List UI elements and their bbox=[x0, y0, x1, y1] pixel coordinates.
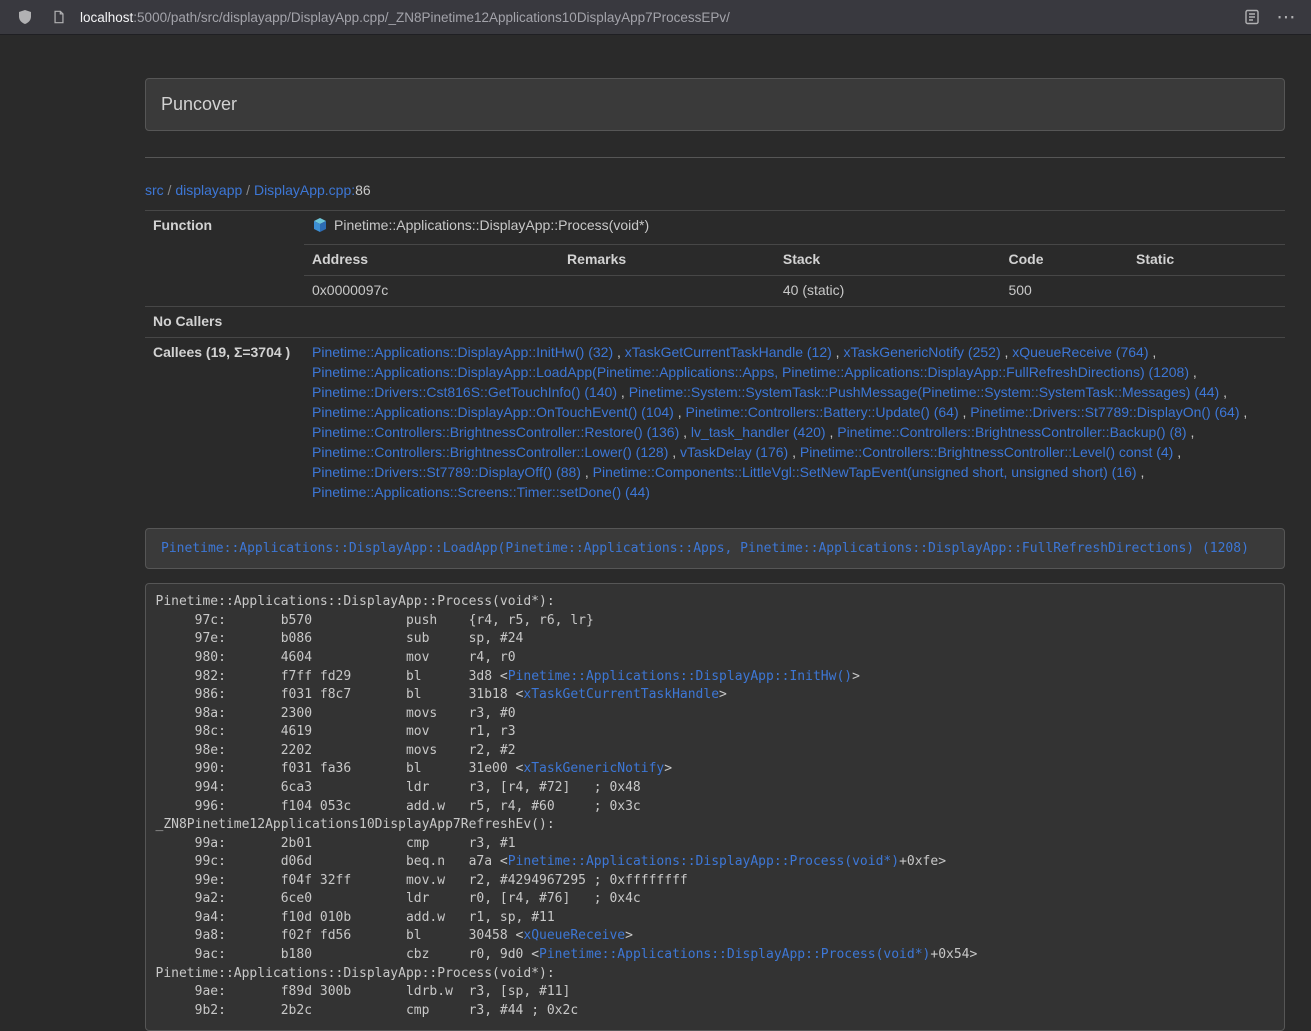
callee-link[interactable]: Pinetime::System::SystemTask::PushMessag… bbox=[629, 384, 1220, 400]
function-type-icon bbox=[312, 217, 328, 239]
callees-row: Callees (19, Σ=3704 ) Pinetime::Applicat… bbox=[145, 337, 1285, 507]
callee-link[interactable]: Pinetime::Applications::DisplayApp::OnTo… bbox=[312, 404, 674, 420]
callee-link[interactable]: Pinetime::Controllers::BrightnessControl… bbox=[312, 444, 668, 460]
page-icon bbox=[48, 6, 70, 28]
function-label: Function bbox=[145, 211, 304, 307]
function-table: Function Pinetime::Applications::Display… bbox=[145, 210, 1285, 508]
address-table-header: Address Remarks Stack Code Static bbox=[304, 244, 1285, 275]
callee-link[interactable]: Pinetime::Components::LittleVgl::SetNewT… bbox=[593, 464, 1137, 480]
callee-link[interactable]: Pinetime::Applications::Screens::Timer::… bbox=[312, 484, 650, 500]
callees-cell: Pinetime::Applications::DisplayApp::Init… bbox=[304, 337, 1285, 507]
address-table: Address Remarks Stack Code Static 0x0000… bbox=[304, 244, 1285, 306]
page-content: Puncover src / displayapp / DisplayApp.c… bbox=[145, 78, 1285, 1031]
symbol-link[interactable]: Pinetime::Applications::DisplayApp::Load… bbox=[161, 541, 1249, 556]
callee-link[interactable]: Pinetime::Drivers::St7789::DisplayOn() (… bbox=[970, 404, 1239, 420]
browser-chrome: localhost:5000/path/src/displayapp/Displ… bbox=[0, 0, 1311, 35]
breadcrumb: src / displayapp / DisplayApp.cpp:86 bbox=[145, 180, 1285, 200]
col-stack: Stack bbox=[775, 244, 1001, 275]
code-symbol-link[interactable]: xTaskGetCurrentTaskHandle bbox=[523, 687, 719, 702]
callee-link[interactable]: Pinetime::Controllers::BrightnessControl… bbox=[312, 424, 679, 440]
code-symbol-link[interactable]: Pinetime::Applications::DisplayApp::Proc… bbox=[539, 947, 930, 962]
breadcrumb-link[interactable]: src bbox=[145, 182, 164, 198]
app-header: Puncover bbox=[146, 79, 1284, 130]
cell-address: 0x0000097c bbox=[304, 275, 559, 305]
url-host: localhost bbox=[80, 10, 133, 25]
function-row: Function Pinetime::Applications::Display… bbox=[145, 211, 1285, 307]
col-address: Address bbox=[304, 244, 559, 275]
cell-static bbox=[1128, 275, 1285, 305]
breadcrumb-separator: / bbox=[242, 182, 254, 198]
breadcrumb-text: 86 bbox=[355, 182, 371, 198]
function-name-line: Pinetime::Applications::DisplayApp::Proc… bbox=[304, 211, 1285, 244]
code-symbol-link[interactable]: Pinetime::Applications::DisplayApp::Proc… bbox=[508, 854, 899, 869]
callee-link[interactable]: Pinetime::Controllers::Battery::Update()… bbox=[686, 404, 959, 420]
page-actions-menu-icon[interactable]: ⋯ bbox=[1275, 6, 1297, 28]
callee-link[interactable]: Pinetime::Drivers::St7789::DisplayOff() … bbox=[312, 464, 581, 480]
callee-link[interactable]: Pinetime::Applications::DisplayApp::Init… bbox=[312, 344, 613, 360]
col-code: Code bbox=[1000, 244, 1128, 275]
url-text: localhost:5000/path/src/displayapp/Displ… bbox=[80, 10, 730, 25]
app-header-panel: Puncover bbox=[145, 78, 1285, 131]
code-symbol-link[interactable]: xTaskGenericNotify bbox=[523, 761, 664, 776]
callees-label: Callees (19, Σ=3704 ) bbox=[145, 337, 304, 507]
symbol-panel: Pinetime::Applications::DisplayApp::Load… bbox=[145, 528, 1285, 569]
no-callers-row: No Callers bbox=[145, 306, 1285, 337]
cell-remarks bbox=[559, 275, 775, 305]
symbol-panel-heading: Pinetime::Applications::DisplayApp::Load… bbox=[146, 529, 1284, 568]
no-callers-label: No Callers bbox=[145, 306, 304, 337]
col-remarks: Remarks bbox=[559, 244, 775, 275]
callees-list: Pinetime::Applications::DisplayApp::Init… bbox=[312, 343, 1277, 503]
reader-view-icon[interactable] bbox=[1241, 6, 1263, 28]
address-row: 0x0000097c 40 (static) 500 bbox=[304, 275, 1285, 305]
code-symbol-link[interactable]: xQueueReceive bbox=[523, 928, 625, 943]
breadcrumb-link[interactable]: DisplayApp.cpp: bbox=[254, 182, 355, 198]
shield-icon[interactable] bbox=[14, 6, 36, 28]
col-static: Static bbox=[1128, 244, 1285, 275]
callee-link[interactable]: vTaskDelay (176) bbox=[680, 444, 788, 460]
url-bar[interactable]: localhost:5000/path/src/displayapp/Displ… bbox=[48, 6, 1229, 28]
breadcrumb-link[interactable]: displayapp bbox=[175, 182, 242, 198]
app-title: Puncover bbox=[161, 94, 237, 114]
callee-link[interactable]: xQueueReceive (764) bbox=[1012, 344, 1148, 360]
url-path: :5000/path/src/displayapp/DisplayApp.cpp… bbox=[133, 10, 730, 25]
disassembly-code: Pinetime::Applications::DisplayApp::Proc… bbox=[145, 583, 1285, 1031]
callee-link[interactable]: Pinetime::Applications::DisplayApp::Load… bbox=[312, 364, 1189, 380]
cell-stack: 40 (static) bbox=[775, 275, 1001, 305]
callee-link[interactable]: xTaskGetCurrentTaskHandle (12) bbox=[625, 344, 832, 360]
cell-code: 500 bbox=[1000, 275, 1128, 305]
callee-link[interactable]: xTaskGenericNotify (252) bbox=[843, 344, 1000, 360]
callee-link[interactable]: lv_task_handler (420) bbox=[691, 424, 826, 440]
code-symbol-link[interactable]: Pinetime::Applications::DisplayApp::Init… bbox=[508, 669, 852, 684]
callee-link[interactable]: Pinetime::Drivers::Cst816S::GetTouchInfo… bbox=[312, 384, 617, 400]
function-cell: Pinetime::Applications::DisplayApp::Proc… bbox=[304, 211, 1285, 307]
no-callers-cell bbox=[304, 306, 1285, 337]
callee-link[interactable]: Pinetime::Controllers::BrightnessControl… bbox=[800, 444, 1173, 460]
function-name: Pinetime::Applications::DisplayApp::Proc… bbox=[334, 217, 649, 233]
breadcrumb-separator: / bbox=[164, 182, 176, 198]
callee-link[interactable]: Pinetime::Controllers::BrightnessControl… bbox=[837, 424, 1186, 440]
divider bbox=[145, 157, 1285, 158]
